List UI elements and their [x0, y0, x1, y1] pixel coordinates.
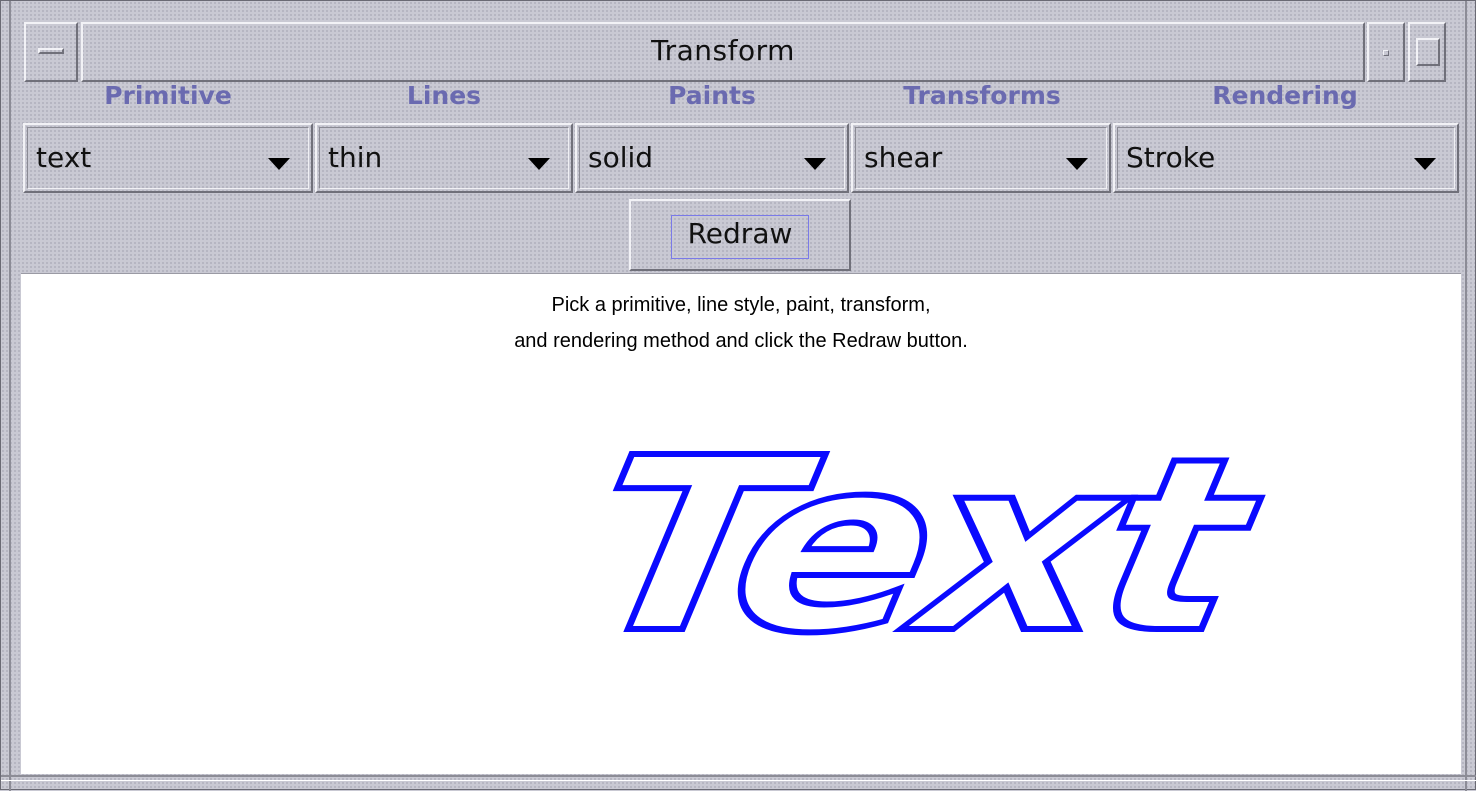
dropdown-arrow-icon[interactable]: [268, 158, 290, 170]
label-lines: Lines: [406, 81, 482, 110]
primitive-select[interactable]: text: [23, 123, 313, 193]
option-labels: Primitive Lines Paints Transforms Render…: [19, 81, 1459, 119]
dropdown-arrow-icon[interactable]: [528, 158, 550, 170]
redraw-button[interactable]: Redraw: [629, 199, 851, 271]
transforms-select-value: shear: [864, 141, 943, 174]
sheared-outline-text: Text: [533, 406, 1303, 686]
minimize-button[interactable]: [1367, 22, 1405, 82]
window-frame-right[interactable]: [1465, 1, 1467, 791]
label-rendering: Rendering: [1212, 81, 1358, 110]
title-bar[interactable]: Transform: [19, 17, 1459, 85]
transforms-select-field: shear: [855, 127, 1107, 189]
dropdown-arrow-icon[interactable]: [1066, 158, 1088, 170]
title-area[interactable]: Transform: [81, 22, 1365, 82]
maximize-button[interactable]: [1408, 22, 1446, 82]
label-paints: Paints: [668, 81, 756, 110]
window-title: Transform: [651, 34, 795, 67]
window-frame-left[interactable]: [9, 1, 11, 791]
lines-select-value: thin: [328, 141, 383, 174]
dropdown-arrow-icon[interactable]: [804, 158, 826, 170]
window-frame-bottom[interactable]: [1, 775, 1476, 777]
rendering-select-value: Stroke: [1126, 141, 1216, 174]
window-menu-button[interactable]: [24, 22, 78, 82]
label-transforms: Transforms: [903, 81, 1061, 110]
window-menu-icon: [38, 48, 64, 54]
drawing-canvas[interactable]: Pick a primitive, line style, paint, tra…: [21, 273, 1461, 774]
transform-window: Transform Primitive Lines Paints Transfo…: [0, 0, 1476, 791]
sheared-text-drawing: Text: [530, 403, 1307, 689]
transforms-select[interactable]: shear: [851, 123, 1111, 193]
minimize-icon: [1383, 50, 1389, 56]
paints-select-field: solid: [579, 127, 845, 189]
primitive-select-field: text: [27, 127, 309, 189]
paints-select[interactable]: solid: [575, 123, 849, 193]
rendering-select[interactable]: Stroke: [1113, 123, 1459, 193]
paints-select-value: solid: [588, 141, 654, 174]
dropdown-arrow-icon[interactable]: [1414, 158, 1436, 170]
lines-select-field: thin: [319, 127, 569, 189]
redraw-button-label: Redraw: [687, 217, 793, 250]
rendering-select-field: Stroke: [1117, 127, 1455, 189]
lines-select[interactable]: thin: [315, 123, 573, 193]
maximize-icon: [1416, 38, 1440, 66]
window-frame-bottom-highlight: [1, 780, 1476, 781]
primitive-select-value: text: [36, 141, 92, 174]
label-primitive: Primitive: [104, 81, 232, 110]
